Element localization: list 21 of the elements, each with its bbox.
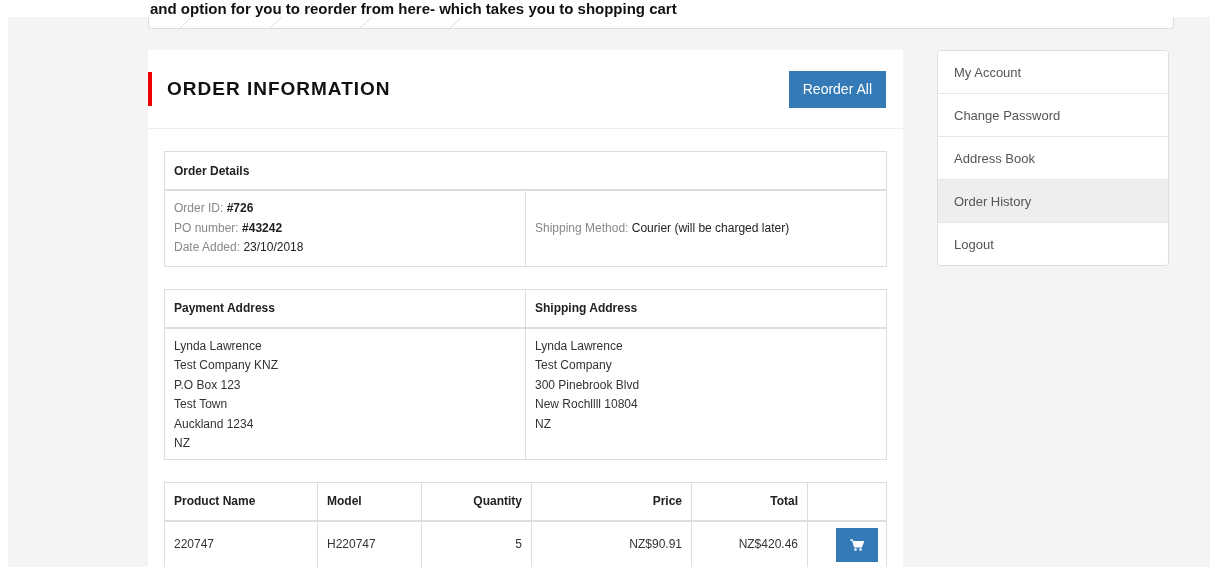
add-to-cart-button[interactable] [836, 527, 878, 562]
column-header: Total [691, 482, 808, 521]
menu-item[interactable]: My Account [938, 51, 1168, 94]
table-header: Payment Address [164, 289, 526, 328]
table-cell: Shipping Method: Courier (will be charged later) [525, 190, 887, 266]
column-header: Model [317, 482, 422, 521]
cart-icon [850, 538, 864, 551]
accent-bar [148, 72, 152, 106]
reorder-all-button[interactable]: Reorder All [788, 70, 886, 108]
address-cell: Lynda Lawrence Test Company KNZ P.O Box 123 Test Town Auckland 1234 NZ [164, 327, 526, 459]
caption-text: and option for you to reorder from here- which takes you to shopping cart [150, 0, 677, 17]
table-cell: 220747 [164, 520, 318, 567]
menu-item[interactable]: Order History [938, 180, 1168, 223]
column-header: Price [531, 482, 692, 521]
panel-title: ORDER INFORMATION [167, 78, 391, 100]
table-header: Order Details [164, 151, 887, 190]
table-header: Shipping Address [525, 289, 887, 328]
column-header: Product Name [164, 482, 318, 521]
table-cell: Order ID: #726 PO number: #43242 Date Added: 23/10/2018 [164, 190, 526, 266]
column-header: Quantity [421, 482, 532, 521]
address-cell: Lynda Lawrence Test Company 300 Pinebrook Blvd New Rochllll 10804 NZ [525, 327, 887, 459]
